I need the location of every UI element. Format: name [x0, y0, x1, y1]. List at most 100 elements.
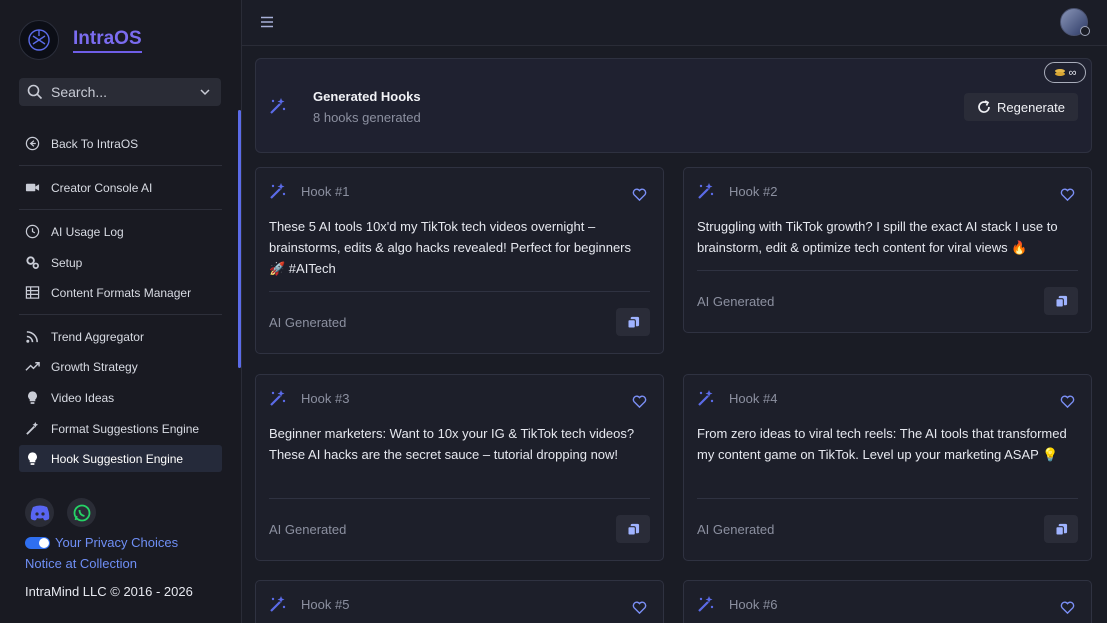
- nav-divider: [19, 209, 222, 210]
- heart-icon[interactable]: [632, 600, 647, 615]
- heart-icon[interactable]: [1060, 394, 1075, 409]
- magic-wand-icon: [270, 183, 286, 199]
- notice-at-collection-link[interactable]: Notice at Collection: [25, 556, 137, 571]
- hook-card: Hook #4 From zero ideas to viral tech re…: [683, 374, 1092, 561]
- nav-divider: [19, 314, 222, 315]
- copy-icon: [626, 523, 639, 536]
- rss-icon: [26, 331, 38, 343]
- history-icon: [25, 224, 40, 239]
- copy-button[interactable]: [1044, 287, 1078, 315]
- copy-icon: [626, 316, 639, 329]
- table-icon: [25, 286, 40, 299]
- regenerate-button[interactable]: Regenerate: [964, 93, 1078, 121]
- sidebar-item-label: Setup: [51, 255, 83, 270]
- sidebar-item-hook-suggestion[interactable]: Hook Suggestion Engine: [19, 445, 222, 472]
- generated-hooks-header: Generated Hooks 8 hooks generated ∞ Rege…: [255, 58, 1092, 153]
- sidebar-scrollbar[interactable]: [238, 110, 241, 368]
- heart-icon[interactable]: [1060, 187, 1075, 202]
- magic-wand-icon: [698, 183, 714, 199]
- hook-source: AI Generated: [697, 294, 775, 309]
- sidebar-item-label: Creator Console AI: [51, 180, 153, 195]
- hook-number: Hook #5: [301, 597, 350, 612]
- privacy-choices-link[interactable]: Your Privacy Choices: [25, 535, 178, 550]
- hook-number: Hook #4: [729, 391, 778, 406]
- sidebar-item-format-suggestions[interactable]: Format Suggestions Engine: [19, 415, 222, 442]
- magic-wand-icon: [698, 596, 714, 612]
- sidebar-item-trend-aggregator[interactable]: Trend Aggregator: [19, 323, 222, 350]
- discord-icon[interactable]: [25, 498, 54, 527]
- copy-button[interactable]: [616, 308, 650, 336]
- divider: [269, 498, 650, 499]
- divider: [697, 498, 1078, 499]
- hook-card: Hook #5: [255, 580, 664, 623]
- sidebar-item-creator-console[interactable]: Creator Console AI: [19, 174, 222, 201]
- copy-icon: [1054, 523, 1067, 536]
- hook-card: Hook #6: [683, 580, 1092, 623]
- search-icon: [27, 84, 43, 100]
- trending-up-icon: [25, 362, 40, 371]
- sidebar-item-label: Content Formats Manager: [51, 285, 192, 300]
- credits-badge: ∞: [1044, 62, 1086, 83]
- credits-value: ∞: [1068, 66, 1077, 79]
- sidebar-item-label: Video Ideas: [51, 390, 115, 405]
- heart-icon[interactable]: [632, 394, 647, 409]
- sidebar-item-label: Format Suggestions Engine: [51, 421, 200, 436]
- sidebar-item-label: Growth Strategy: [51, 359, 138, 374]
- whatsapp-icon[interactable]: [67, 498, 96, 527]
- page-title: Generated Hooks: [313, 89, 421, 104]
- copyright-text: IntraMind LLC © 2016 - 2026: [25, 584, 193, 599]
- coins-icon: [1054, 68, 1065, 76]
- copy-icon: [1054, 295, 1067, 308]
- privacy-toggle-icon: [25, 536, 50, 549]
- hook-number: Hook #2: [729, 184, 778, 199]
- search-box[interactable]: Search...: [19, 78, 221, 106]
- hook-card: Hook #1 These 5 AI tools 10x'd my TikTok…: [255, 167, 664, 354]
- hook-source: AI Generated: [269, 315, 347, 330]
- magic-wand-icon: [26, 421, 39, 435]
- hook-card: Hook #2 Struggling with TikTok growth? I…: [683, 167, 1092, 333]
- copy-button[interactable]: [1044, 515, 1078, 543]
- sidebar-item-label: Hook Suggestion Engine: [51, 451, 184, 466]
- brand[interactable]: IntraOS: [19, 20, 142, 60]
- refresh-icon: [978, 100, 990, 113]
- lightbulb-icon: [28, 452, 37, 465]
- magic-wand-icon: [698, 390, 714, 406]
- chevron-down-icon[interactable]: [199, 86, 211, 98]
- sidebar-item-back[interactable]: Back To IntraOS: [19, 130, 222, 157]
- sidebar: IntraOS Search... Back To IntraOS Creato…: [0, 0, 242, 623]
- heart-icon[interactable]: [632, 187, 647, 202]
- brand-name[interactable]: IntraOS: [73, 28, 142, 53]
- sidebar-item-growth-strategy[interactable]: Growth Strategy: [19, 353, 222, 380]
- social-links: [25, 498, 96, 527]
- copy-button[interactable]: [616, 515, 650, 543]
- sidebar-item-content-formats[interactable]: Content Formats Manager: [19, 279, 222, 306]
- hook-number: Hook #3: [301, 391, 350, 406]
- nav-divider: [19, 165, 222, 166]
- hook-text: These 5 AI tools 10x'd my TikTok tech vi…: [269, 219, 632, 276]
- hook-text: From zero ideas to viral tech reels: The…: [697, 426, 1067, 462]
- chevron-down-icon[interactable]: [1080, 26, 1090, 36]
- hook-number: Hook #6: [729, 597, 778, 612]
- sidebar-item-usage-log[interactable]: AI Usage Log: [19, 218, 222, 245]
- hook-card: Hook #3 Beginner marketers: Want to 10x …: [255, 374, 664, 561]
- sidebar-item-label: AI Usage Log: [51, 224, 124, 239]
- sidebar-item-video-ideas[interactable]: Video Ideas: [19, 384, 222, 411]
- lightbulb-icon: [28, 391, 37, 404]
- hook-source: AI Generated: [269, 522, 347, 537]
- hook-text: Struggling with TikTok growth? I spill t…: [697, 219, 1058, 255]
- magic-wand-icon: [270, 596, 286, 612]
- hook-source: AI Generated: [697, 522, 775, 537]
- gears-icon: [26, 256, 39, 269]
- hook-text: Beginner marketers: Want to 10x your IG …: [269, 426, 635, 462]
- privacy-label: Your Privacy Choices: [55, 535, 179, 550]
- back-arrow-icon: [25, 136, 40, 151]
- hook-number: Hook #1: [301, 184, 350, 199]
- search-input[interactable]: Search...: [51, 84, 199, 100]
- hamburger-menu-icon[interactable]: [259, 14, 275, 30]
- sidebar-item-setup[interactable]: Setup: [19, 249, 222, 276]
- regenerate-label: Regenerate: [997, 99, 1065, 115]
- brand-logo-icon: [19, 20, 59, 60]
- magic-wand-icon: [270, 98, 286, 114]
- video-camera-icon: [25, 183, 40, 192]
- heart-icon[interactable]: [1060, 600, 1075, 615]
